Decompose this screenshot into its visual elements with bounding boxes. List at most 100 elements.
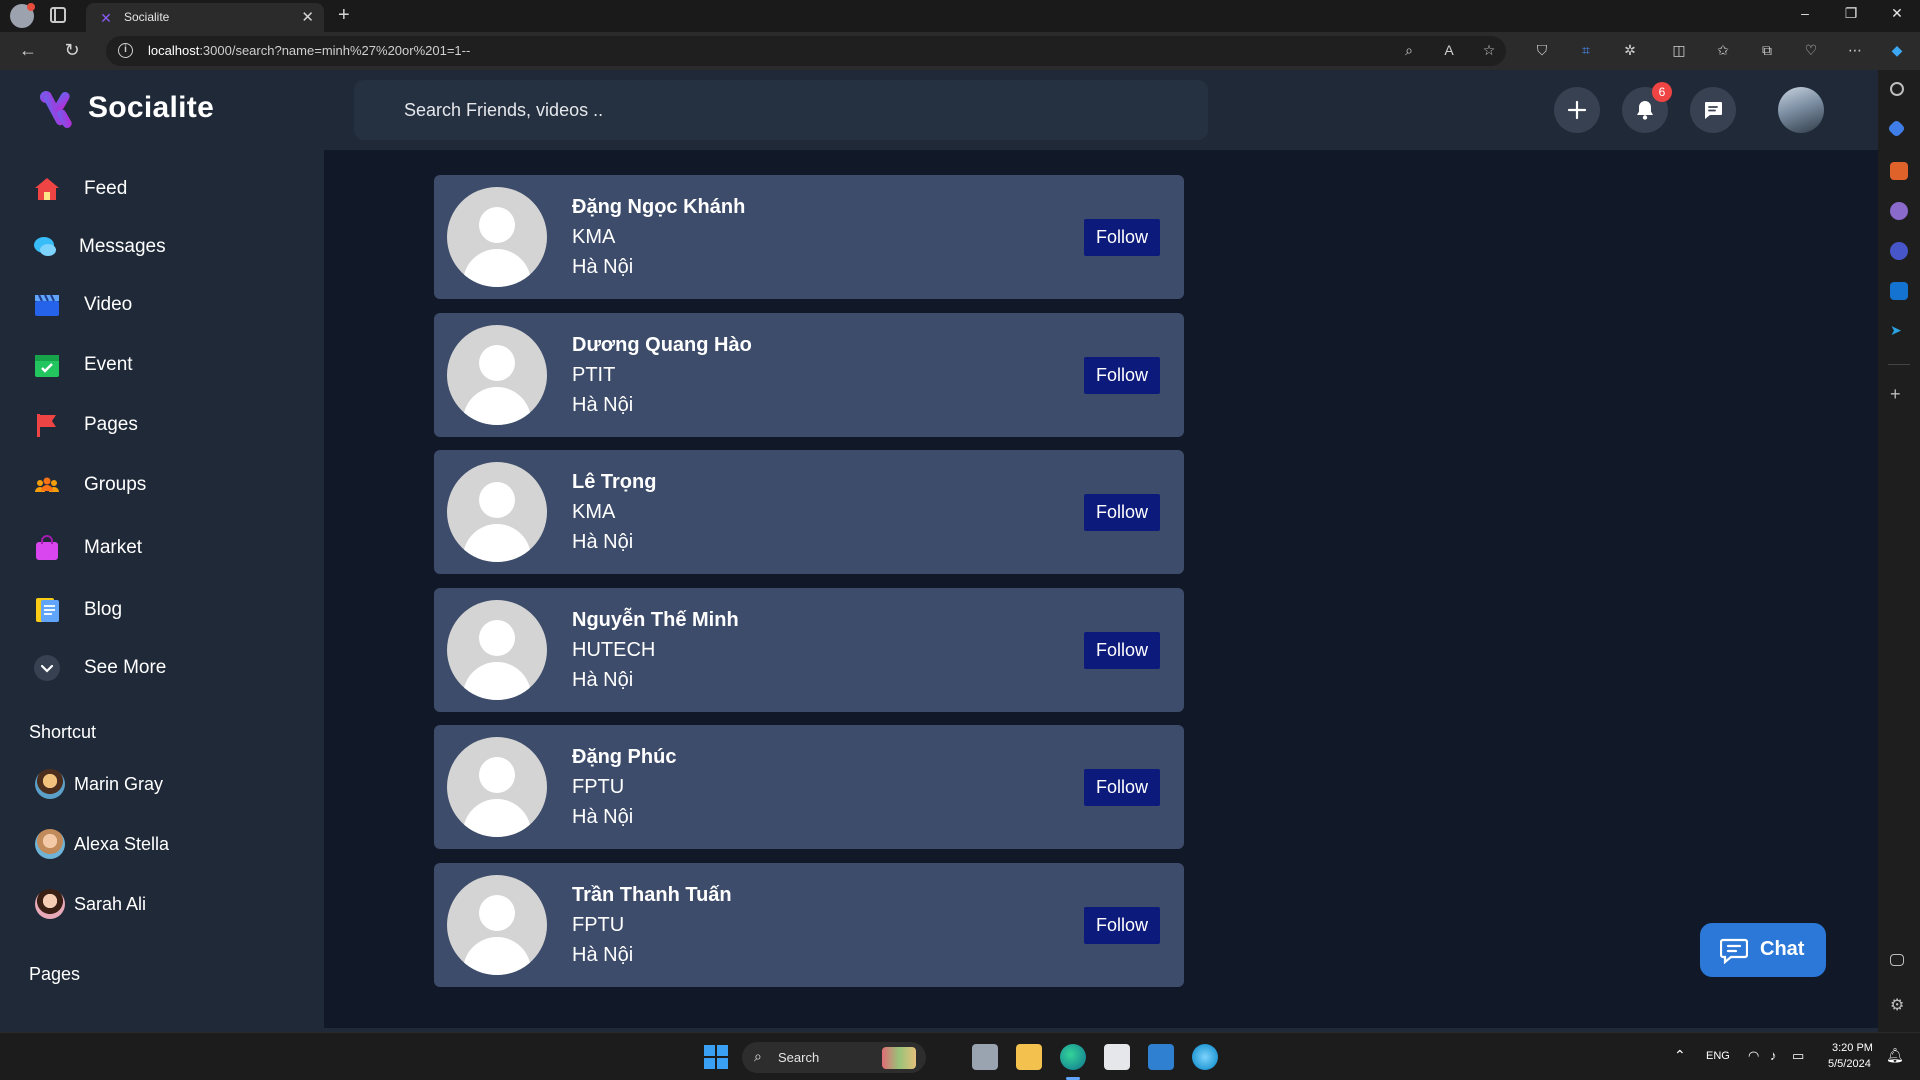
sidebar-item-label: See More — [84, 657, 167, 678]
default-avatar — [447, 462, 547, 562]
see-more-button[interactable]: See More — [4, 645, 324, 691]
user-card: Đặng Phúc FPTU Hà Nội Follow — [434, 725, 1184, 849]
edge-sidebar: ➤ + ⚙ — [1878, 70, 1920, 1032]
chat-button[interactable]: Chat — [1700, 923, 1826, 977]
crop-extension-icon[interactable]: ⌗ — [1577, 41, 1595, 59]
outlook-icon[interactable] — [1890, 282, 1908, 300]
groups-icon — [35, 477, 59, 492]
sidebar: Feed Messages Video Event Pages Groups M… — [4, 150, 324, 1028]
search-icon[interactable] — [1890, 82, 1904, 96]
zoom-icon[interactable]: ⌕ — [1400, 41, 1418, 59]
shortcut-item[interactable]: Alexa Stella — [4, 824, 324, 864]
tools-icon[interactable] — [1890, 162, 1908, 180]
sidebar-item-feed[interactable]: Feed — [4, 166, 324, 212]
follow-button[interactable]: Follow — [1084, 219, 1160, 256]
search-highlight-icon — [882, 1047, 916, 1069]
games-icon[interactable] — [1890, 202, 1908, 220]
url-field[interactable]: i localhost:3000/search?name=minh%27%20o… — [106, 36, 1506, 66]
copilot-app-icon[interactable] — [1890, 242, 1908, 260]
read-aloud-icon[interactable]: A — [1440, 41, 1458, 59]
shortcut-label: Sarah Ali — [74, 894, 147, 914]
user-avatar[interactable] — [1778, 87, 1824, 133]
user-name: Đặng Phúc — [572, 746, 677, 768]
user-city: Hà Nội — [572, 531, 634, 553]
follow-button[interactable]: Follow — [1084, 632, 1160, 669]
notification-bell-icon[interactable]: 🔔︎ — [1886, 1047, 1904, 1064]
task-view-icon[interactable] — [972, 1044, 998, 1070]
minimize-icon[interactable]: – — [1790, 5, 1820, 21]
follow-button[interactable]: Follow — [1084, 769, 1160, 806]
messages-button[interactable] — [1690, 87, 1736, 133]
sidebar-item-messages[interactable]: Messages — [4, 224, 324, 270]
user-name: Đặng Ngọc Khánh — [572, 196, 746, 218]
settings-gear-icon[interactable]: ⚙ — [1890, 998, 1908, 1016]
clock-time[interactable]: 3:20 PM — [1832, 1042, 1873, 1054]
shield-extension-icon[interactable]: ⛉ — [1533, 41, 1551, 59]
user-name: Lê Trọng — [572, 471, 657, 493]
user-city: Hà Nội — [572, 944, 634, 966]
follow-button[interactable]: Follow — [1084, 357, 1160, 394]
copilot-icon[interactable]: ◆ — [1888, 41, 1906, 59]
add-rail-item-icon[interactable]: + — [1890, 385, 1908, 404]
file-explorer-icon[interactable] — [1016, 1044, 1042, 1070]
telegram-icon[interactable]: ➤ — [1890, 322, 1908, 340]
tag-icon[interactable] — [1887, 119, 1906, 138]
user-city: Hà Nội — [572, 256, 634, 278]
sidebar-item-video[interactable]: Video — [4, 282, 324, 328]
user-city: Hà Nội — [572, 669, 634, 691]
refresh-icon[interactable]: ↻ — [61, 40, 83, 61]
tray-overflow-icon[interactable]: ⌃ — [1674, 1047, 1686, 1064]
sidebar-item-market[interactable]: Market — [4, 525, 324, 571]
browser-tab-socialite[interactable]: ✕ Socialite ✕ — [86, 3, 324, 32]
browser-essentials-icon[interactable]: ♡ — [1802, 41, 1820, 59]
sidebar-item-label: Pages — [84, 414, 138, 435]
sidebar-item-blog[interactable]: Blog — [4, 587, 324, 633]
clock-date[interactable]: 5/5/2024 — [1828, 1058, 1871, 1070]
chevron-down-icon — [34, 655, 60, 681]
tab-actions-icon[interactable] — [50, 7, 66, 23]
site-info-icon[interactable]: i — [118, 43, 133, 58]
taskbar-search[interactable]: ⌕ Search — [742, 1042, 926, 1073]
microsoft-store-icon[interactable] — [1104, 1044, 1130, 1070]
search-input[interactable] — [354, 80, 1208, 140]
split-screen-icon[interactable]: ◫ — [1670, 41, 1688, 59]
sidebar-item-event[interactable]: Event — [4, 342, 324, 388]
user-name: Dương Quang Hào — [572, 334, 752, 356]
shortcut-item[interactable]: Marin Gray — [4, 764, 324, 804]
brand-name: Socialite — [88, 91, 215, 124]
windows-start-icon[interactable] — [704, 1045, 728, 1069]
battery-icon[interactable]: ▭ — [1792, 1048, 1804, 1064]
create-button[interactable] — [1554, 87, 1600, 133]
user-school: KMA — [572, 501, 616, 523]
back-icon[interactable]: ← — [17, 40, 39, 61]
close-window-icon[interactable]: ✕ — [1882, 5, 1912, 22]
close-tab-icon[interactable]: ✕ — [301, 8, 314, 26]
favorites-icon[interactable]: ✩ — [1714, 41, 1732, 59]
sidebar-item-label: Event — [84, 354, 133, 375]
default-avatar — [447, 875, 547, 975]
volume-icon[interactable]: ♪ — [1770, 1048, 1777, 1063]
new-tab-icon[interactable]: + — [338, 4, 350, 26]
sidebar-item-groups[interactable]: Groups — [4, 462, 324, 508]
edge-browser-icon[interactable] — [1060, 1044, 1086, 1070]
notifications-button[interactable]: 6 — [1622, 82, 1672, 133]
language-indicator[interactable]: ENG — [1706, 1050, 1730, 1062]
notification-badge: 6 — [1652, 82, 1672, 102]
user-card: Lê Trọng KMA Hà Nội Follow — [434, 450, 1184, 574]
pages-section-title: Pages — [29, 964, 81, 984]
vscode-icon[interactable] — [1148, 1044, 1174, 1070]
wifi-icon[interactable]: ◠ — [1748, 1048, 1759, 1064]
screenshot-icon[interactable] — [1890, 954, 1904, 966]
restore-icon[interactable]: ❐ — [1836, 5, 1866, 22]
shortcut-item[interactable]: Sarah Ali — [4, 884, 324, 924]
follow-button[interactable]: Follow — [1084, 494, 1160, 531]
follow-button[interactable]: Follow — [1084, 907, 1160, 944]
more-menu-icon[interactable]: ⋯ — [1846, 41, 1864, 59]
extensions-icon[interactable]: ✲ — [1621, 41, 1639, 59]
app-globe-icon[interactable] — [1192, 1044, 1218, 1070]
search-icon: ⌕ — [754, 1048, 762, 1064]
collections-icon[interactable]: ⧉ — [1758, 41, 1776, 59]
favorite-star-icon[interactable]: ☆ — [1480, 41, 1498, 59]
sidebar-item-pages[interactable]: Pages — [4, 402, 324, 448]
browser-profile-icon[interactable] — [10, 3, 35, 28]
